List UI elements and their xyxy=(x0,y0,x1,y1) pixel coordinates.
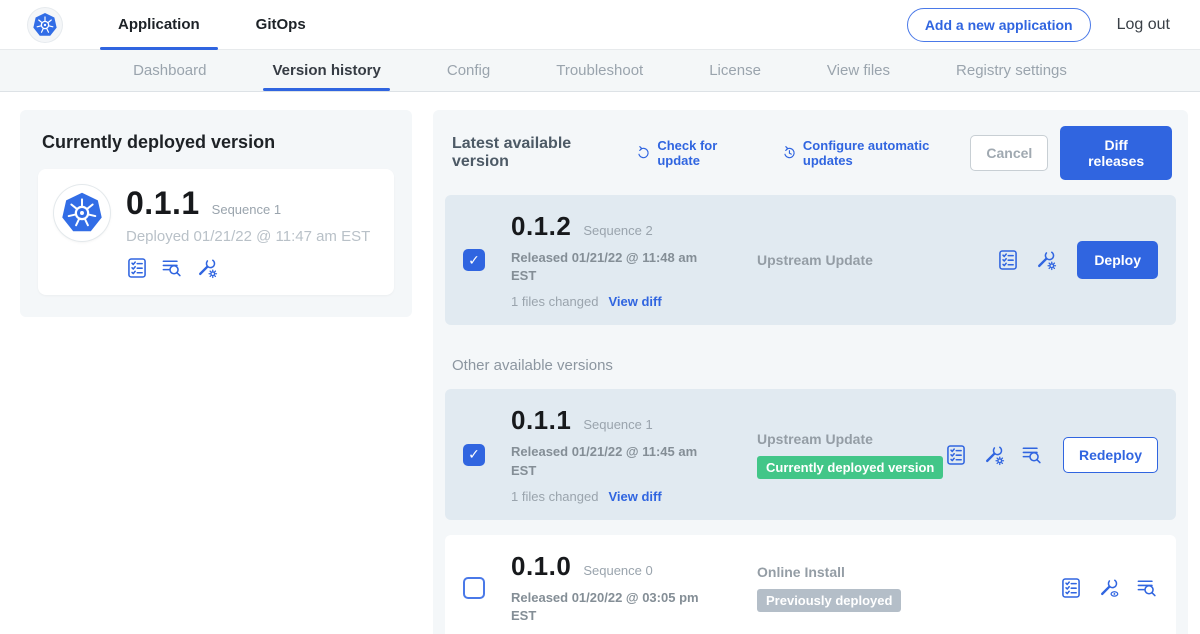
tab-registry-settings-label: Registry settings xyxy=(956,62,1067,79)
deployed-panel-title: Currently deployed version xyxy=(42,132,394,153)
clock-arrow-icon xyxy=(782,145,797,161)
version-card-0-1-0: 0.1.0 Sequence 0 Released 01/20/22 @ 03:… xyxy=(445,535,1176,634)
view-diff-link[interactable]: View diff xyxy=(608,294,661,309)
versions-panel-header: Latest available version Check for updat… xyxy=(445,126,1176,180)
preflight-checklist-icon[interactable] xyxy=(945,444,967,466)
version-checkbox[interactable] xyxy=(463,577,485,599)
kubernetes-logo xyxy=(28,8,62,42)
version-number: 0.1.2 xyxy=(511,211,571,242)
view-logs-icon[interactable] xyxy=(1136,577,1158,599)
version-number: 0.1.0 xyxy=(511,551,571,582)
tab-license-label: License xyxy=(709,62,761,79)
version-card-0-1-2: ✓ 0.1.2 Sequence 2 Released 01/21/22 @ 1… xyxy=(445,195,1176,325)
add-new-application-button[interactable]: Add a new application xyxy=(907,8,1091,42)
currently-deployed-badge: Currently deployed version xyxy=(757,456,943,479)
app-logo xyxy=(54,185,110,241)
tab-view-files[interactable]: View files xyxy=(794,50,923,91)
deployed-version-card: 0.1.1 Sequence 1 Deployed 01/21/22 @ 11:… xyxy=(38,169,394,295)
version-sequence: Sequence 2 xyxy=(583,223,652,238)
tab-registry-settings[interactable]: Registry settings xyxy=(923,50,1100,91)
check-for-update-label: Check for update xyxy=(657,138,756,168)
tab-config-label: Config xyxy=(447,62,490,79)
edit-config-wrench-gear-icon[interactable] xyxy=(196,257,218,279)
tab-dashboard[interactable]: Dashboard xyxy=(100,50,239,91)
tab-troubleshoot-label: Troubleshoot xyxy=(556,62,643,79)
version-source: Upstream Update xyxy=(757,252,997,268)
circular-arrow-icon xyxy=(636,145,651,161)
released-timestamp: Released 01/20/22 @ 03:05 pm EST xyxy=(511,589,721,625)
tab-view-files-label: View files xyxy=(827,62,890,79)
version-card-0-1-1: ✓ 0.1.1 Sequence 1 Released 01/21/22 @ 1… xyxy=(445,389,1176,519)
view-config-wrench-eye-icon[interactable] xyxy=(1098,577,1120,599)
logout-link[interactable]: Log out xyxy=(1117,16,1170,34)
deployed-version-number: 0.1.1 xyxy=(126,185,200,222)
main-content: Currently deployed version 0.1.1 Sequenc… xyxy=(0,92,1200,634)
released-timestamp: Released 01/21/22 @ 11:48 am EST xyxy=(511,249,721,285)
view-logs-icon[interactable] xyxy=(161,257,183,279)
check-for-update-link[interactable]: Check for update xyxy=(636,138,756,168)
latest-available-title: Latest available version xyxy=(452,135,620,171)
view-logs-icon[interactable] xyxy=(1021,444,1043,466)
version-history-panel: Latest available version Check for updat… xyxy=(433,110,1188,634)
diff-releases-button[interactable]: Diff releases xyxy=(1060,126,1172,180)
version-checkbox[interactable]: ✓ xyxy=(463,249,485,271)
top-nav: Application GitOps Add a new application… xyxy=(0,0,1200,50)
preflight-checklist-icon[interactable] xyxy=(997,249,1019,271)
tab-version-history-label: Version history xyxy=(272,62,380,79)
configure-auto-updates-label: Configure automatic updates xyxy=(803,138,970,168)
app-sub-nav: Dashboard Version history Config Trouble… xyxy=(0,50,1200,92)
view-diff-link[interactable]: View diff xyxy=(608,489,661,504)
currently-deployed-panel: Currently deployed version 0.1.1 Sequenc… xyxy=(20,110,412,317)
released-timestamp: Released 01/21/22 @ 11:45 am EST xyxy=(511,443,721,479)
tab-dashboard-label: Dashboard xyxy=(133,62,206,79)
version-number: 0.1.1 xyxy=(511,405,571,436)
version-sequence: Sequence 1 xyxy=(583,417,652,432)
other-versions-label: Other available versions xyxy=(452,357,1176,374)
version-source: Online Install xyxy=(757,564,1060,580)
redeploy-button[interactable]: Redeploy xyxy=(1063,437,1158,473)
version-sequence: Sequence 0 xyxy=(583,563,652,578)
tab-version-history[interactable]: Version history xyxy=(239,50,413,91)
app-nav-tabs: Application GitOps xyxy=(100,0,324,49)
deploy-button[interactable]: Deploy xyxy=(1077,241,1158,279)
preflight-checklist-icon[interactable] xyxy=(1060,577,1082,599)
files-changed-label: 1 files changed xyxy=(511,489,598,504)
deployed-sequence: Sequence 1 xyxy=(212,202,281,217)
configure-auto-updates-link[interactable]: Configure automatic updates xyxy=(782,138,970,168)
previously-deployed-badge: Previously deployed xyxy=(757,589,901,612)
tab-license[interactable]: License xyxy=(676,50,794,91)
deployed-timestamp: Deployed 01/21/22 @ 11:47 am EST xyxy=(126,228,370,245)
version-checkbox[interactable]: ✓ xyxy=(463,444,485,466)
edit-config-wrench-gear-icon[interactable] xyxy=(983,444,1005,466)
tab-troubleshoot[interactable]: Troubleshoot xyxy=(523,50,676,91)
tab-gitops[interactable]: GitOps xyxy=(238,0,324,49)
tab-config[interactable]: Config xyxy=(414,50,523,91)
edit-config-wrench-gear-icon[interactable] xyxy=(1035,249,1057,271)
tab-gitops-label: GitOps xyxy=(256,16,306,33)
preflight-checklist-icon[interactable] xyxy=(126,257,148,279)
cancel-button[interactable]: Cancel xyxy=(970,135,1048,171)
tab-application[interactable]: Application xyxy=(100,0,218,49)
tab-application-label: Application xyxy=(118,16,200,33)
files-changed-label: 1 files changed xyxy=(511,294,598,309)
version-source: Upstream Update xyxy=(757,431,945,447)
